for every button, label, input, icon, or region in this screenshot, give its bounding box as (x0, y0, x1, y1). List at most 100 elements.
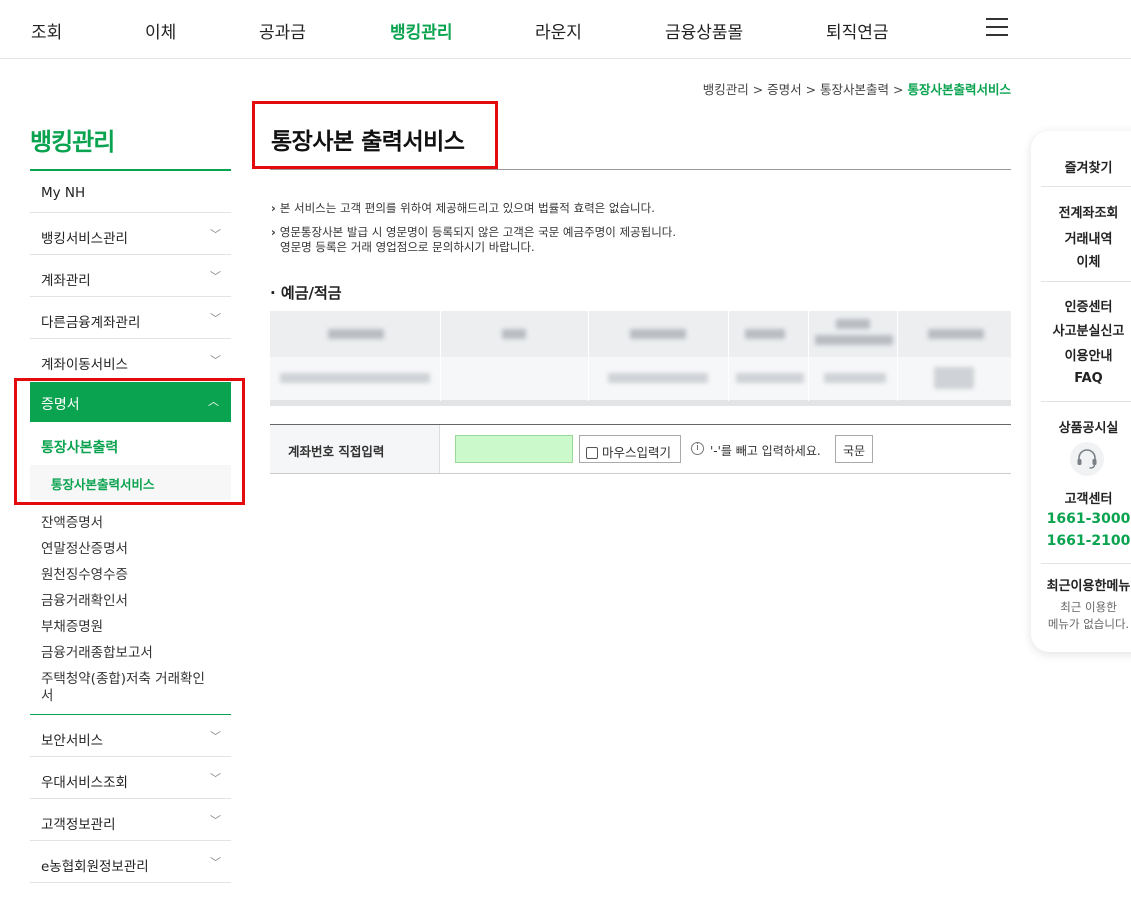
section-title: · 예금/적금 (270, 284, 342, 302)
lnb-item-account-mgmt[interactable]: 계좌관리 ﹀ (30, 255, 231, 297)
breadcrumb-current: 통장사본출력서비스 (907, 82, 1011, 97)
lnb-link-year-end-cert[interactable]: 연말정산증명서 (41, 537, 128, 557)
blurred-header-cell (815, 335, 893, 345)
lnb-link-financial-report[interactable]: 금융거래종합보고서 (41, 641, 153, 661)
gnb-item-lounge[interactable]: 라운지 (535, 18, 582, 43)
chevron-down-icon: ﹀ (210, 354, 221, 367)
column-divider (808, 311, 809, 401)
lnb-link-withholding-receipt[interactable]: 원천징수영수증 (41, 563, 128, 583)
support-phone: 1661-2100 (1046, 533, 1131, 549)
gnb-item-pension[interactable]: 퇴직연금 (826, 18, 889, 43)
lnb-item-label: 우대서비스조회 (41, 775, 128, 791)
column-divider (728, 311, 729, 401)
chevron-down-icon: ﹀ (210, 270, 221, 283)
blurred-header-cell (928, 329, 984, 339)
lnb-item-label: e농협회원정보관리 (41, 859, 149, 875)
lnb-item-label: 보안서비스 (41, 733, 104, 749)
chevron-down-icon: ﹀ (210, 772, 221, 785)
headset-icon[interactable] (1070, 442, 1104, 476)
chevron-down-icon: ﹀ (210, 730, 221, 743)
blurred-body-cell (280, 373, 430, 383)
gnb-item-banking-mgmt[interactable]: 뱅킹관리 (390, 18, 453, 43)
account-number-input[interactable] (455, 435, 573, 463)
gnb-item-inquiry[interactable]: 조회 (31, 18, 62, 43)
support-phone: 1661-3000 (1046, 511, 1131, 527)
notice-text: 영문통장사본 발급 시 영문명이 등록되지 않은 고객은 국문 예금주명이 제공… (279, 225, 677, 239)
notice-line: › 본 서비스는 고객 편의를 위하여 제공해드리고 있으며 법률적 효력은 없습… (271, 201, 655, 215)
quick-divider (1041, 401, 1131, 402)
quick-divider (1041, 563, 1131, 564)
lnb-item-security[interactable]: 보안서비스 ﹀ (30, 715, 231, 757)
lnb-link-housing-subscription-cont[interactable]: 서 (41, 684, 53, 704)
lnb-link-housing-subscription[interactable]: 주택청약(종합)저축 거래확인 (41, 667, 205, 687)
mouse-input-label: 마우스입력기 (602, 445, 672, 460)
column-divider (588, 311, 589, 401)
highlight-box (14, 378, 245, 505)
quick-cert-center[interactable]: 인증센터 (1031, 296, 1131, 315)
lnb-item-label: 계좌관리 (41, 273, 91, 289)
blurred-header-cell (836, 319, 870, 329)
gnb-item-utility[interactable]: 공과금 (259, 18, 306, 43)
chevron-down-icon: ﹀ (210, 856, 221, 869)
checkbox-icon[interactable] (586, 447, 598, 459)
notice-text: 본 서비스는 고객 편의를 위하여 제공해드리고 있으며 법률적 효력은 없습니… (279, 201, 655, 215)
chevron-down-icon: ﹀ (210, 228, 221, 241)
blurred-header-cell (745, 329, 785, 339)
quick-transactions[interactable]: 거래내역 (1031, 228, 1131, 247)
lnb-item-customer-info[interactable]: 고객정보관리 ﹀ (30, 799, 231, 841)
global-nav: 조회 이체 공과금 뱅킹관리 라운지 금융상품몰 퇴직연금 (0, 0, 1131, 59)
lnb-item-other-account[interactable]: 다른금융계좌관리 ﹀ (30, 297, 231, 339)
gnb-item-products[interactable]: 금융상품몰 (665, 18, 743, 43)
quick-menu: 즐겨찾기 전계좌조회 거래내역 이체 인증센터 사고분실신고 이용안내 FAQ … (1031, 131, 1131, 652)
input-hint: '-'를 빼고 입력하세요. (710, 444, 821, 458)
quick-transfer[interactable]: 이체 (1031, 251, 1131, 270)
breadcrumb-path[interactable]: 뱅킹관리 > 증명서 > 통장사본출력 > (703, 82, 908, 97)
quick-faq[interactable]: FAQ (1031, 371, 1131, 386)
lnb-link-debt-cert[interactable]: 부채증명원 (41, 615, 103, 635)
account-input-row: 계좌번호 직접입력 마우스입력기 i '-'를 빼고 입력하세요. 국문 (270, 424, 1011, 474)
lnb-link-transaction-confirm[interactable]: 금융거래확인서 (41, 589, 128, 609)
blurred-body-button[interactable] (934, 367, 974, 389)
blurred-header-cell (328, 329, 384, 339)
lnb-item-banking-service[interactable]: 뱅킹서비스관리 ﹀ (30, 213, 231, 255)
quick-recent-empty: 최근 이용한 (1060, 600, 1117, 614)
section-title-text: 예금/적금 (280, 284, 342, 302)
lnb-item-preferential[interactable]: 우대서비스조회 ﹀ (30, 757, 231, 799)
lnb-item-member-info[interactable]: e농협회원정보관리 ﹀ (30, 841, 231, 883)
blurred-body-cell (608, 373, 708, 383)
quick-product-disclosure[interactable]: 상품공시실 (1031, 417, 1131, 436)
column-divider (897, 311, 898, 401)
table-footer-bar (270, 400, 1011, 406)
lnb-item-label: 뱅킹서비스관리 (41, 231, 128, 247)
quick-divider (1041, 186, 1131, 187)
chevron-down-icon: ﹀ (210, 312, 221, 325)
lnb-item-mynh[interactable]: My NH (30, 171, 231, 213)
quick-favorites[interactable]: 즐겨찾기 (1031, 157, 1131, 176)
lnb-item-account-move[interactable]: 계좌이동서비스 ﹀ (30, 339, 231, 381)
account-table (270, 311, 1011, 406)
lnb-item-label: 다른금융계좌관리 (41, 315, 141, 331)
title-divider (270, 169, 1011, 170)
quick-recent-title: 최근이용한메뉴 (1046, 579, 1131, 594)
quick-recent-empty: 메뉴가 없습니다. (1047, 617, 1130, 631)
quick-all-accounts[interactable]: 전계좌조회 (1031, 202, 1131, 221)
quick-guide[interactable]: 이용안내 (1031, 345, 1131, 364)
quick-divider (1041, 281, 1131, 282)
lnb-title: 뱅킹관리 (30, 128, 115, 156)
chevron-down-icon: ﹀ (210, 814, 221, 827)
breadcrumb: 뱅킹관리 > 증명서 > 통장사본출력 > 통장사본출력서비스 (703, 79, 1011, 98)
notice-line: 영문명 등록은 거래 영업점으로 문의하시기 바랍니다. (280, 240, 535, 255)
blurred-header-cell (630, 329, 686, 339)
lnb-item-label: 계좌이동서비스 (41, 357, 128, 373)
column-divider (440, 311, 441, 401)
account-input-label: 계좌번호 직접입력 (270, 425, 440, 473)
korean-button[interactable]: 국문 (835, 435, 873, 463)
blurred-header-cell (502, 329, 526, 339)
lnb-link-balance-cert[interactable]: 잔액증명서 (41, 511, 103, 531)
notice-text: 영문명 등록은 거래 영업점으로 문의하시기 바랍니다. (280, 240, 535, 254)
mouse-input-toggle[interactable]: 마우스입력기 (579, 435, 681, 463)
quick-loss-report[interactable]: 사고분실신고 (1031, 320, 1131, 339)
gnb-item-transfer[interactable]: 이체 (145, 18, 176, 43)
blurred-body-cell (736, 373, 804, 383)
hamburger-menu-icon[interactable] (986, 18, 1008, 36)
